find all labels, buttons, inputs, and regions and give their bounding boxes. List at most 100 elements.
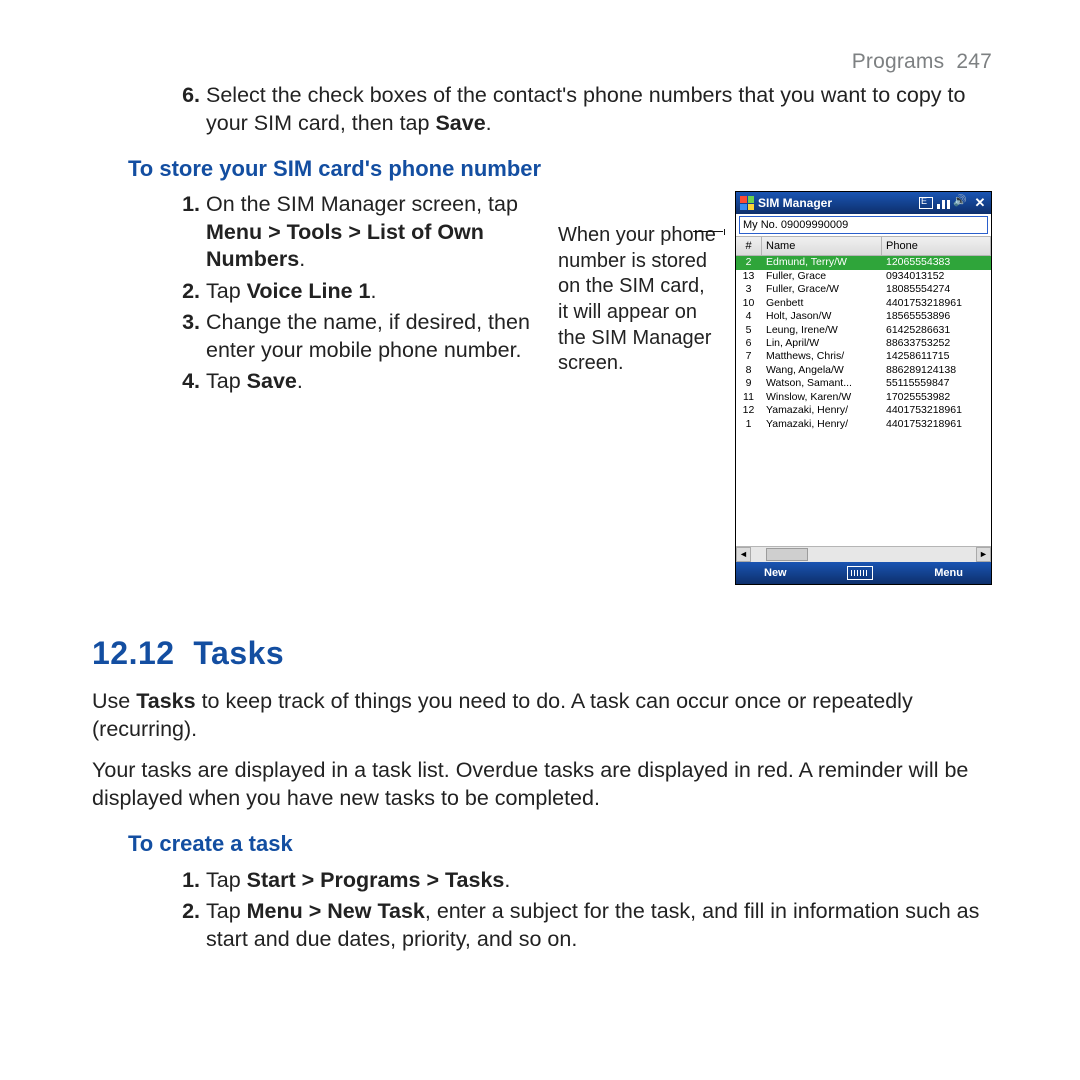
cell-index: 13: [736, 270, 762, 283]
table-row[interactable]: 1Yamazaki, Henry/4401753218961: [736, 418, 991, 431]
table-row[interactable]: 9Watson, Samant...55115559847: [736, 377, 991, 390]
step-text: Select the check boxes of the contact's …: [206, 82, 992, 137]
subheading-create-task: To create a task: [128, 830, 992, 858]
list-item: 1.Tap Start > Programs > Tasks.: [172, 867, 992, 895]
col-phone[interactable]: Phone: [882, 237, 991, 255]
softkey-new[interactable]: New: [764, 566, 787, 580]
cell-name: Leung, Irene/W: [762, 324, 882, 337]
scroll-left-button[interactable]: ◄: [736, 547, 751, 562]
step-text: Tap Start > Programs > Tasks.: [206, 867, 992, 895]
cell-phone: 14258611715: [882, 350, 991, 363]
cell-phone: 4401753218961: [882, 297, 991, 310]
paragraph: Use Tasks to keep track of things you ne…: [92, 688, 992, 743]
step-number: 6.: [172, 82, 200, 137]
section-name: Tasks: [193, 635, 284, 671]
cell-phone: 55115559847: [882, 377, 991, 390]
cell-index: 12: [736, 404, 762, 417]
list-item: 1.On the SIM Manager screen, tap Menu > …: [172, 191, 542, 274]
step-number: 1.: [172, 191, 200, 274]
cell-name: Yamazaki, Henry/: [762, 404, 882, 417]
cell-phone: 18565553896: [882, 310, 991, 323]
cell-name: Yamazaki, Henry/: [762, 418, 882, 431]
step-text: Tap Menu > New Task, enter a subject for…: [206, 898, 992, 953]
cell-phone: 17025553982: [882, 391, 991, 404]
step-text: Change the name, if desired, then enter …: [206, 309, 542, 364]
softkey-menu[interactable]: Menu: [934, 566, 963, 580]
cell-phone: 4401753218961: [882, 404, 991, 417]
step-number: 4.: [172, 368, 200, 396]
cell-name: Genbett: [762, 297, 882, 310]
table-row[interactable]: 7Matthews, Chris/14258611715: [736, 350, 991, 363]
cell-index: 1: [736, 418, 762, 431]
callout-caption: When your phone number is stored on the …: [558, 224, 716, 374]
table-row[interactable]: 10Genbett4401753218961: [736, 297, 991, 310]
table-row[interactable]: 12Yamazaki, Henry/4401753218961: [736, 404, 991, 417]
section-name: Programs: [852, 50, 945, 73]
table-row[interactable]: 8Wang, Angela/W886289124138: [736, 364, 991, 377]
list-item: 3.Change the name, if desired, then ente…: [172, 309, 542, 364]
table-row[interactable]: 2Edmund, Terry/W12065554383: [736, 256, 991, 269]
step-number: 2.: [172, 278, 200, 306]
cell-index: 5: [736, 324, 762, 337]
keyboard-icon[interactable]: [847, 566, 873, 580]
cell-index: 2: [736, 256, 762, 269]
cell-name: Lin, April/W: [762, 337, 882, 350]
cell-phone: 61425286631: [882, 324, 991, 337]
table-row[interactable]: 6Lin, April/W88633753252: [736, 337, 991, 350]
cell-index: 10: [736, 297, 762, 310]
scroll-right-button[interactable]: ►: [976, 547, 991, 562]
paragraph: Your tasks are displayed in a task list.…: [92, 757, 992, 812]
list-item: 2.Tap Menu > New Task, enter a subject f…: [172, 898, 992, 953]
status-icon: [919, 197, 933, 209]
sim-manager-screenshot: SIM Manager ✕ My No. 09009990009 # Name …: [735, 191, 992, 585]
cell-index: 4: [736, 310, 762, 323]
cell-name: Fuller, Grace: [762, 270, 882, 283]
window-title: SIM Manager: [758, 196, 915, 211]
cell-name: Fuller, Grace/W: [762, 283, 882, 296]
speaker-icon: [955, 197, 969, 209]
table-row[interactable]: 13Fuller, Grace0934013152: [736, 270, 991, 283]
cell-name: Edmund, Terry/W: [762, 256, 882, 269]
cell-name: Matthews, Chris/: [762, 350, 882, 363]
step-number: 2.: [172, 898, 200, 953]
title-bar: SIM Manager ✕: [736, 192, 991, 214]
section-title: 12.12 Tasks: [92, 633, 992, 674]
cell-index: 9: [736, 377, 762, 390]
step-number: 1.: [172, 867, 200, 895]
cell-index: 8: [736, 364, 762, 377]
cell-name: Winslow, Karen/W: [762, 391, 882, 404]
page-number: 247: [956, 50, 992, 73]
windows-flag-icon: [740, 196, 754, 210]
col-name[interactable]: Name: [762, 237, 882, 255]
cell-phone: 886289124138: [882, 364, 991, 377]
cell-index: 11: [736, 391, 762, 404]
signal-icon: [937, 197, 951, 209]
cell-phone: 88633753252: [882, 337, 991, 350]
list-item: 2.Tap Voice Line 1.: [172, 278, 542, 306]
scroll-track[interactable]: [751, 547, 976, 562]
subheading-store-sim: To store your SIM card's phone number: [128, 155, 992, 183]
col-index[interactable]: #: [736, 237, 762, 255]
step-text: On the SIM Manager screen, tap Menu > To…: [206, 191, 542, 274]
list-item: 4.Tap Save.: [172, 368, 542, 396]
cell-phone: 4401753218961: [882, 418, 991, 431]
step-text: Tap Voice Line 1.: [206, 278, 542, 306]
my-number-field[interactable]: My No. 09009990009: [739, 216, 988, 234]
cell-index: 3: [736, 283, 762, 296]
list-item: 6. Select the check boxes of the contact…: [172, 82, 992, 137]
cell-name: Wang, Angela/W: [762, 364, 882, 377]
soft-key-bar: New Menu: [736, 562, 991, 584]
scroll-thumb[interactable]: [766, 548, 808, 561]
cell-phone: 12065554383: [882, 256, 991, 269]
cell-phone: 0934013152: [882, 270, 991, 283]
step-number: 3.: [172, 309, 200, 364]
table-row[interactable]: 4Holt, Jason/W18565553896: [736, 310, 991, 323]
cell-phone: 18085554274: [882, 283, 991, 296]
table-row[interactable]: 11Winslow, Karen/W17025553982: [736, 391, 991, 404]
horizontal-scrollbar[interactable]: ◄ ►: [736, 546, 991, 562]
step-text: Tap Save.: [206, 368, 542, 396]
table-row[interactable]: 3Fuller, Grace/W18085554274: [736, 283, 991, 296]
cell-index: 7: [736, 350, 762, 363]
table-row[interactable]: 5Leung, Irene/W61425286631: [736, 324, 991, 337]
close-icon[interactable]: ✕: [973, 197, 987, 209]
